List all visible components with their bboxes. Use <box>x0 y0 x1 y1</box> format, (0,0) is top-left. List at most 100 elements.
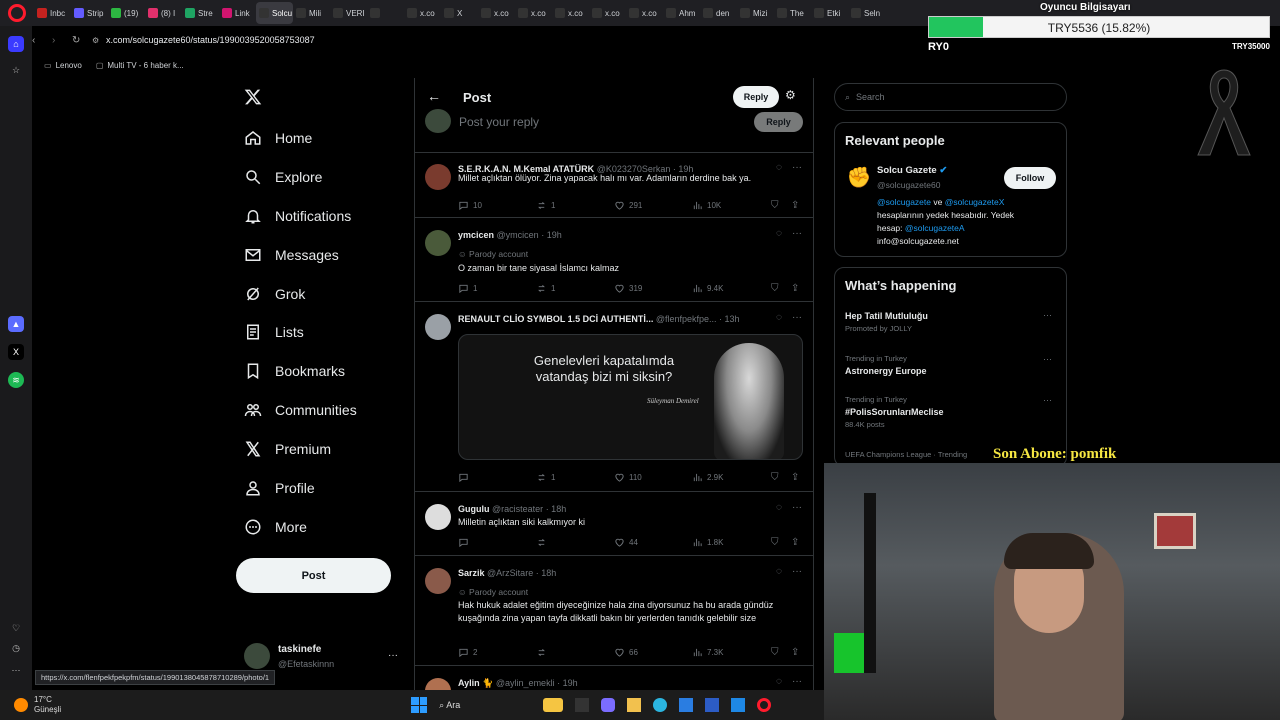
tweet[interactable]: Gugulu @racisteater · 18h ◌ ··· Milletin aç… <box>415 492 813 556</box>
share-button[interactable]: ⇪ <box>791 200 799 211</box>
browser-tab[interactable]: x.co <box>515 2 552 24</box>
tweet[interactable]: RENAULT CLİO SYMBOL 1.5 DCİ AUTHENTİ... … <box>415 302 813 492</box>
browser-tab[interactable]: x.co <box>552 2 589 24</box>
edge-icon[interactable] <box>653 698 668 712</box>
bookmark-button[interactable]: ⛉ <box>771 647 779 658</box>
share-button[interactable]: ⇪ <box>791 472 799 483</box>
more-icon[interactable]: ··· <box>1043 310 1052 320</box>
heart-icon[interactable]: ♡ <box>8 620 24 636</box>
browser-tab[interactable]: den <box>700 2 737 24</box>
avatar[interactable] <box>425 678 451 690</box>
repost-button[interactable] <box>536 537 551 548</box>
nav-item-bookmarks[interactable]: Bookmarks <box>244 357 345 385</box>
account-name[interactable]: taskinefe <box>278 644 321 655</box>
tweet[interactable]: Sarzik @ArzSitare · 18h ◌ ··· ☺ Parody acco… <box>415 556 813 666</box>
avatar[interactable] <box>425 568 451 594</box>
follow-button[interactable]: Follow <box>1004 167 1056 189</box>
nav-item-notifications[interactable]: Notifications <box>244 202 351 230</box>
windows-start-icon[interactable] <box>411 697 428 713</box>
reply-button[interactable] <box>458 472 473 483</box>
spotify-icon[interactable]: ≋ <box>8 372 24 388</box>
tweet-author[interactable]: Aylin 🐈 <box>458 678 493 688</box>
reply-button[interactable]: 2 <box>458 647 477 658</box>
repost-button[interactable]: 1 <box>536 200 555 211</box>
reload-icon[interactable]: ↻ <box>72 35 92 46</box>
bio-link[interactable]: @solcugazeteX <box>945 197 1005 207</box>
like-button[interactable]: 44 <box>614 537 638 548</box>
nav-item-explore[interactable]: Explore <box>244 163 322 191</box>
more-icon[interactable]: ··· <box>792 228 802 239</box>
more-icon[interactable]: ··· <box>792 502 802 513</box>
forward-icon[interactable]: › <box>52 35 72 46</box>
like-button[interactable]: 110 <box>614 472 642 483</box>
views-button[interactable]: 9.4K <box>692 283 723 294</box>
sliders-icon[interactable]: ⚙ <box>785 88 796 102</box>
bookmark-button[interactable]: ⛉ <box>771 283 779 294</box>
browser-tab[interactable]: Mili <box>293 2 330 24</box>
site-info-icon[interactable]: ⚙ <box>92 36 106 45</box>
trend-item[interactable]: Trending in Turkey #PolisSorunlarıMeclis… <box>845 395 944 429</box>
bookmark-button[interactable]: ⛉ <box>771 537 779 548</box>
tweet-author[interactable]: ymcicen <box>458 230 494 240</box>
grok-icon[interactable]: ◌ <box>776 312 782 323</box>
grok-icon[interactable]: ◌ <box>776 228 782 239</box>
composer-reply-button[interactable]: Reply <box>754 112 803 132</box>
bookmark-button[interactable]: ⛉ <box>771 472 779 483</box>
reply-button[interactable]: 10 <box>458 200 482 211</box>
views-button[interactable]: 10K <box>692 200 721 211</box>
browser-tab[interactable] <box>367 2 404 24</box>
x-logo-icon[interactable] <box>244 88 262 106</box>
more-icon[interactable]: ··· <box>388 650 398 661</box>
opera-icon[interactable] <box>757 698 772 712</box>
like-button[interactable]: 291 <box>614 200 642 211</box>
share-button[interactable]: ⇪ <box>791 647 799 658</box>
trend-item[interactable]: Trending in Turkey Astronergy Europe <box>845 354 927 376</box>
bookmark-multitv[interactable]: Multi TV - 6 haber k... <box>107 61 183 70</box>
grok-icon[interactable]: ◌ <box>776 566 782 577</box>
browser-tab[interactable]: Ahm <box>663 2 700 24</box>
bookmark-button[interactable]: ⛉ <box>771 200 779 211</box>
avatar[interactable] <box>425 230 451 256</box>
tweet-time[interactable]: · 18h <box>546 504 567 514</box>
browser-tab[interactable]: x.co <box>626 2 663 24</box>
browser-tab[interactable]: X <box>441 2 478 24</box>
share-button[interactable]: ⇪ <box>791 283 799 294</box>
grok-icon[interactable]: ◌ <box>776 502 782 513</box>
browser-tab[interactable]: Strip <box>71 2 108 24</box>
avatar[interactable] <box>425 314 451 340</box>
browser-tab[interactable]: Link <box>219 2 256 24</box>
more-icon[interactable]: ··· <box>1043 354 1052 364</box>
nav-item-premium[interactable]: Premium <box>244 435 331 463</box>
tweet[interactable]: ymcicen @ymcicen · 19h ◌ ··· ☺ Parody accou… <box>415 218 813 302</box>
reply-button[interactable]: Reply <box>733 86 779 108</box>
reply-button[interactable] <box>458 537 473 548</box>
more-icon[interactable]: ··· <box>792 566 802 577</box>
tweet-time[interactable]: · 19h <box>541 230 562 240</box>
nav-item-home[interactable]: Home <box>244 124 312 152</box>
views-button[interactable]: 7.3K <box>692 647 723 658</box>
nav-item-messages[interactable]: Messages <box>244 241 339 269</box>
taskbar-search[interactable]: ⌕ Ara <box>439 700 539 711</box>
tweet-time[interactable]: · 19h <box>557 678 578 688</box>
more-icon[interactable]: ⋯ <box>8 662 24 678</box>
browser-tab[interactable]: Etki <box>811 2 848 24</box>
home-icon[interactable]: ⌂ <box>8 36 24 52</box>
browser-tab[interactable]: x.co <box>404 2 441 24</box>
browser-tab[interactable]: Solcu G <box>256 2 293 24</box>
views-button[interactable]: 2.9K <box>692 472 723 483</box>
browser-tab[interactable]: VERI <box>330 2 367 24</box>
browser-tab[interactable]: Seln <box>848 2 885 24</box>
browser-tab[interactable]: (8) I <box>145 2 182 24</box>
solcu-logo-icon[interactable]: ✊ <box>847 163 872 191</box>
back-icon[interactable]: ‹ <box>32 35 52 46</box>
like-button[interactable]: 66 <box>614 647 638 658</box>
bookmark-lenovo[interactable]: Lenovo <box>56 61 82 70</box>
nav-item-profile[interactable]: Profile <box>244 474 315 502</box>
grok-icon[interactable]: ◌ <box>776 676 782 687</box>
browser-tab[interactable]: Inbc <box>34 2 71 24</box>
app-icon[interactable]: ▲ <box>8 316 24 332</box>
share-button[interactable]: ⇪ <box>791 537 799 548</box>
taskbar-app-icon[interactable] <box>543 698 564 712</box>
search-input[interactable]: ⌕ Search <box>834 83 1067 111</box>
app-icon[interactable] <box>705 698 720 712</box>
